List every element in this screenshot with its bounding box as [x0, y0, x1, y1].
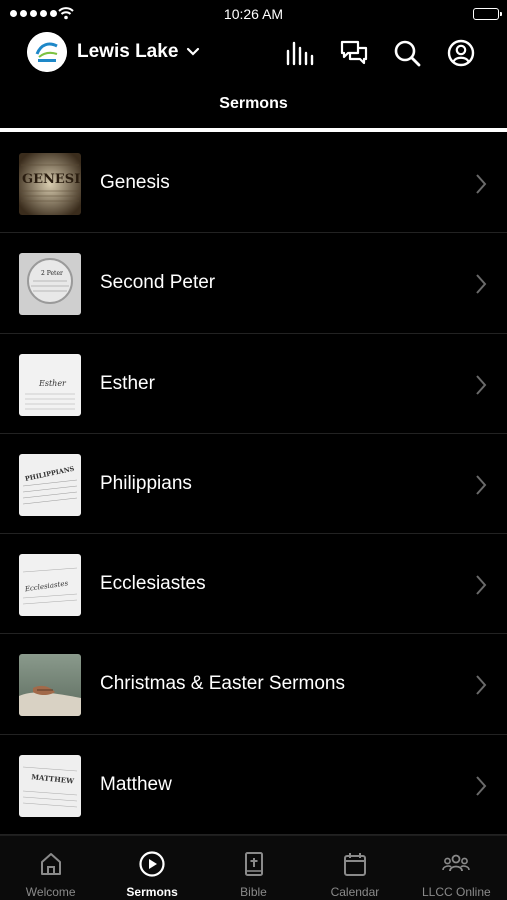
sermon-series-christmas-easter[interactable]: Christmas & Easter Sermons — [0, 634, 507, 735]
second-peter-thumbnail: 2 Peter — [19, 253, 81, 316]
ecclesiastes-thumbnail: Ecclesiastes — [19, 554, 81, 617]
tab-label: Sermons — [126, 885, 178, 899]
sermon-series-genesis[interactable]: GENESIS Genesis — [0, 133, 507, 234]
svg-text:GENESIS: GENESIS — [22, 172, 81, 187]
home-icon — [40, 853, 61, 875]
tab-indicator — [0, 128, 507, 132]
tab-llcc-online[interactable]: LLCC Online — [406, 836, 507, 900]
svg-text:2 Peter: 2 Peter — [41, 270, 63, 277]
tab-label: Calendar — [330, 885, 380, 899]
calendar-icon — [343, 853, 366, 876]
genesis-thumbnail: GENESIS — [19, 153, 81, 215]
tab-label: LLCC Online — [421, 885, 491, 899]
sermon-series-philippians[interactable]: PHILIPPIANS Philippians — [0, 434, 507, 535]
bible-icon — [244, 852, 263, 876]
sermon-list: GENESIS Genesis 2 Peter Second Peter Est… — [0, 133, 507, 836]
tab-bible[interactable]: Bible — [203, 836, 304, 900]
chevron-right-icon — [476, 274, 487, 294]
matthew-thumbnail: MATTHEW — [19, 754, 81, 817]
sermon-title: Matthew — [100, 773, 172, 795]
esther-thumbnail: Esther — [19, 353, 81, 416]
chevron-right-icon — [476, 475, 487, 495]
sermon-title: Philippians — [100, 472, 192, 494]
christmas-easter-thumbnail — [19, 654, 81, 717]
sermon-title: Genesis — [100, 172, 170, 193]
status-bar: 10:26 AM — [0, 0, 507, 28]
sermon-series-matthew[interactable]: MATTHEW Matthew — [0, 735, 507, 836]
tab-calendar[interactable]: Calendar — [304, 836, 405, 900]
chevron-right-icon — [476, 675, 487, 696]
account-icon[interactable] — [446, 38, 476, 68]
chevron-right-icon — [476, 776, 487, 796]
sermon-series-esther[interactable]: Esther Esther — [0, 334, 507, 434]
sermon-title: Ecclesiastes — [100, 573, 206, 595]
chevron-right-icon — [476, 575, 487, 595]
tab-label: Bible — [240, 885, 267, 899]
sermon-series-ecclesiastes[interactable]: Ecclesiastes Ecclesiastes — [0, 534, 507, 635]
org-switcher[interactable]: Lewis Lake — [77, 41, 200, 63]
logo-mark-icon — [27, 32, 67, 72]
tab-label: Welcome — [25, 885, 76, 899]
chevron-right-icon — [476, 174, 487, 194]
tab-sermons[interactable]: Sermons — [101, 836, 202, 900]
sermon-title: Esther — [100, 372, 155, 394]
search-icon[interactable] — [392, 38, 422, 68]
bottom-tab-bar: Welcome Sermons Bible Calendar LLCC Onli… — [0, 835, 507, 900]
sermon-series-second-peter[interactable]: 2 Peter Second Peter — [0, 233, 507, 334]
philippians-thumbnail: PHILIPPIANS — [19, 453, 81, 516]
sermon-title: Second Peter — [100, 272, 216, 294]
people-icon — [442, 854, 471, 872]
battery-icon — [473, 8, 502, 20]
tab-welcome[interactable]: Welcome — [0, 836, 101, 900]
chevron-right-icon — [476, 374, 487, 395]
svg-text:Esther: Esther — [38, 379, 67, 388]
app-header: Lewis Lake — [0, 30, 507, 76]
status-time: 10:26 AM — [223, 6, 284, 22]
play-circle-icon — [139, 851, 165, 877]
audio-bars-icon[interactable] — [284, 38, 314, 68]
tab-sermons-title[interactable]: Sermons — [0, 95, 507, 113]
sermon-title: Christmas & Easter Sermons — [100, 673, 345, 695]
church-logo[interactable] — [27, 32, 67, 72]
org-name: Lewis Lake — [77, 41, 179, 62]
chevron-down-icon — [187, 47, 200, 56]
chat-icon[interactable] — [339, 38, 369, 68]
